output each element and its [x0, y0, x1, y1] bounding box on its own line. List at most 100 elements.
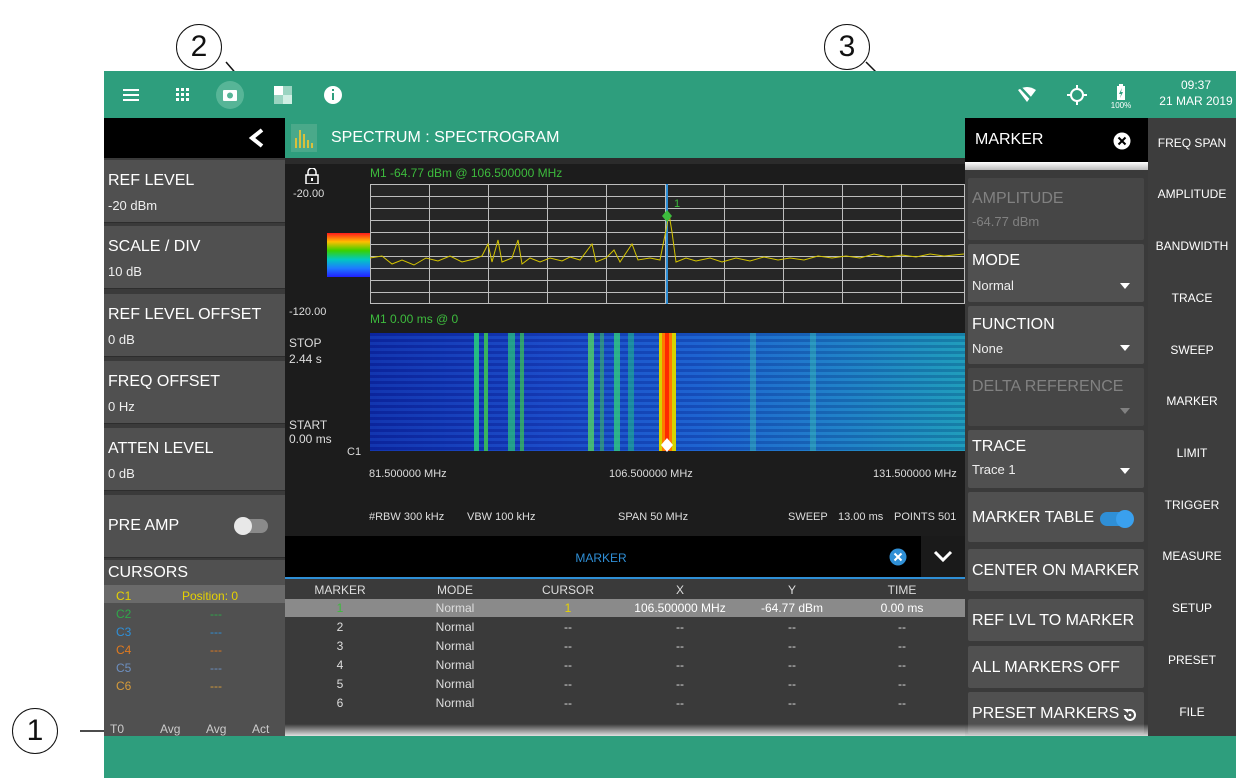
trace-row-t0: T0 [110, 722, 125, 736]
menu-item-file[interactable]: FILE [1148, 705, 1236, 719]
ref-level-button[interactable]: REF LEVEL -20 dBm [104, 160, 285, 223]
menu-item-setup[interactable]: SETUP [1148, 601, 1236, 615]
info-icon[interactable] [318, 71, 348, 118]
ref-bottom-value: -120.00 [289, 306, 327, 318]
menu-item-freq-span[interactable]: FREQ SPAN [1148, 136, 1236, 150]
table-cell: -- [788, 696, 796, 710]
menu-item-bandwidth[interactable]: BANDWIDTH [1148, 239, 1236, 253]
amplitude-label: AMPLITUDE [972, 190, 1064, 207]
function-value: None [972, 341, 1004, 356]
title-separator [285, 158, 965, 164]
all-markers-off-label: ALL MARKERS OFF [972, 659, 1120, 676]
cursor-row-c4[interactable]: C4 --- [104, 641, 285, 659]
scale-div-button[interactable]: SCALE / DIV 10 dB [104, 226, 285, 289]
battery-level: 100% [1110, 100, 1132, 110]
table-row[interactable]: 4 Normal -- -- -- -- [285, 656, 965, 674]
c1-label: C1 [347, 446, 362, 458]
all-markers-off-button[interactable]: ALL MARKERS OFF [968, 646, 1144, 688]
function-dropdown[interactable]: FUNCTION None [968, 306, 1144, 364]
col-x: X [675, 583, 685, 597]
menu-item-limit[interactable]: LIMIT [1148, 446, 1236, 460]
delta-reference-label: DELTA REFERENCE [972, 378, 1124, 395]
mode-label: MODE [972, 252, 1020, 269]
start-value: 0.00 ms [289, 432, 332, 446]
scale-div-value: 10 dB [108, 264, 142, 279]
trace-dropdown[interactable]: TRACE Trace 1 [968, 430, 1144, 488]
table-row[interactable]: 2 Normal -- -- -- -- [285, 618, 965, 636]
table-fade [285, 724, 965, 736]
apps-grid-icon[interactable] [168, 71, 198, 118]
trace-value: Trace 1 [972, 462, 1016, 477]
preset-markers-label: PRESET MARKERS [972, 705, 1120, 722]
start-label: START [289, 418, 328, 432]
freq-offset-value: 0 Hz [108, 399, 135, 414]
points-value: POINTS 501 [894, 511, 957, 523]
table-row[interactable]: 1 Normal 1 106.500000 MHz -64.77 dBm 0.00 ms [285, 599, 965, 617]
back-chevron-icon[interactable] [248, 128, 264, 148]
marker-readout: M1 -64.77 dBm @ 106.500000 MHz [370, 166, 563, 180]
center-on-marker-label: CENTER ON MARKER [972, 562, 1140, 579]
spectrum-app-icon [291, 124, 317, 152]
function-label: FUNCTION [972, 316, 1055, 333]
table-cell: Normal [435, 696, 475, 710]
table-cell: 6 [336, 696, 344, 710]
table-row[interactable]: 6 Normal -- -- -- -- [285, 694, 965, 712]
camera-icon[interactable] [214, 71, 246, 118]
cursor-name: C3 [116, 625, 132, 639]
col-time: TIME [887, 583, 917, 597]
table-cell: 106.500000 MHz [634, 601, 726, 615]
scale-div-label: SCALE / DIV [108, 238, 201, 255]
cursor-row-c2[interactable]: C2 --- [104, 605, 285, 623]
cursor-diamond[interactable] [660, 437, 674, 453]
menu-item-trigger[interactable]: TRIGGER [1148, 498, 1236, 512]
stop-label: STOP [289, 336, 322, 350]
atten-level-button[interactable]: ATTEN LEVEL 0 dB [104, 428, 285, 491]
pre-amp-toggle[interactable] [234, 517, 268, 535]
cursor-row-c6[interactable]: C6 --- [104, 677, 285, 695]
top-status-bar: 100% 09:37 21 MAR 2019 [104, 71, 1236, 118]
menu-icon[interactable] [116, 71, 146, 118]
menu-item-amplitude[interactable]: AMPLITUDE [1148, 187, 1236, 201]
table-cell: -- [788, 658, 796, 672]
amplitude-button[interactable]: AMPLITUDE -64.77 dBm [968, 178, 1144, 240]
cursor-row-c1[interactable]: C1 Position: 0 [104, 587, 285, 605]
mode-dropdown[interactable]: MODE Normal [968, 244, 1144, 302]
table-cell: -- [898, 696, 906, 710]
close-panel-icon[interactable] [1113, 132, 1131, 150]
table-cell: -- [788, 639, 796, 653]
lock-icon[interactable] [305, 168, 319, 184]
table-row[interactable]: 3 Normal -- -- -- -- [285, 637, 965, 655]
span-value: SPAN 50 MHz [618, 511, 689, 523]
view-title: SPECTRUM : SPECTROGRAM [331, 129, 560, 146]
clock-date: 21 MAR 2019 [1159, 94, 1233, 108]
freq-offset-button[interactable]: FREQ OFFSET 0 Hz [104, 361, 285, 424]
menu-item-marker[interactable]: MARKER [1148, 394, 1236, 408]
table-cell: -- [898, 639, 906, 653]
menu-item-trace[interactable]: TRACE [1148, 291, 1236, 305]
menu-item-sweep[interactable]: SWEEP [1148, 343, 1236, 357]
marker-table-toggle[interactable] [1100, 510, 1134, 528]
delta-reference-dropdown[interactable]: DELTA REFERENCE [968, 368, 1144, 426]
spectrogram-waterfall [370, 333, 965, 453]
table-cell: -- [788, 677, 796, 691]
menu-item-preset[interactable]: PRESET [1148, 653, 1236, 667]
table-cell: -- [676, 639, 684, 653]
center-on-marker-button[interactable]: CENTER ON MARKER [968, 549, 1144, 591]
cursor-value: --- [210, 679, 222, 693]
menu-item-measure[interactable]: MEASURE [1148, 549, 1236, 563]
ref-level-offset-button[interactable]: REF LEVEL OFFSET 0 dB [104, 294, 285, 357]
layout-icon[interactable] [268, 71, 298, 118]
table-cell: -- [676, 620, 684, 634]
pre-amp-row: PRE AMP [104, 495, 285, 558]
ref-level-label: REF LEVEL [108, 172, 195, 189]
cursor-row-c5[interactable]: C5 --- [104, 659, 285, 677]
close-table-icon[interactable] [889, 548, 907, 566]
cursor-row-c3[interactable]: C3 --- [104, 623, 285, 641]
dropdown-arrow-icon [1120, 468, 1130, 474]
marker-table-title: MARKER [575, 551, 627, 565]
collapse-table-button[interactable] [921, 536, 965, 578]
table-cell: -- [676, 696, 684, 710]
rbw-value: #RBW 300 kHz [369, 511, 445, 523]
table-row[interactable]: 5 Normal -- -- -- -- [285, 675, 965, 693]
ref-lvl-to-marker-button[interactable]: REF LVL TO MARKER [968, 599, 1144, 641]
